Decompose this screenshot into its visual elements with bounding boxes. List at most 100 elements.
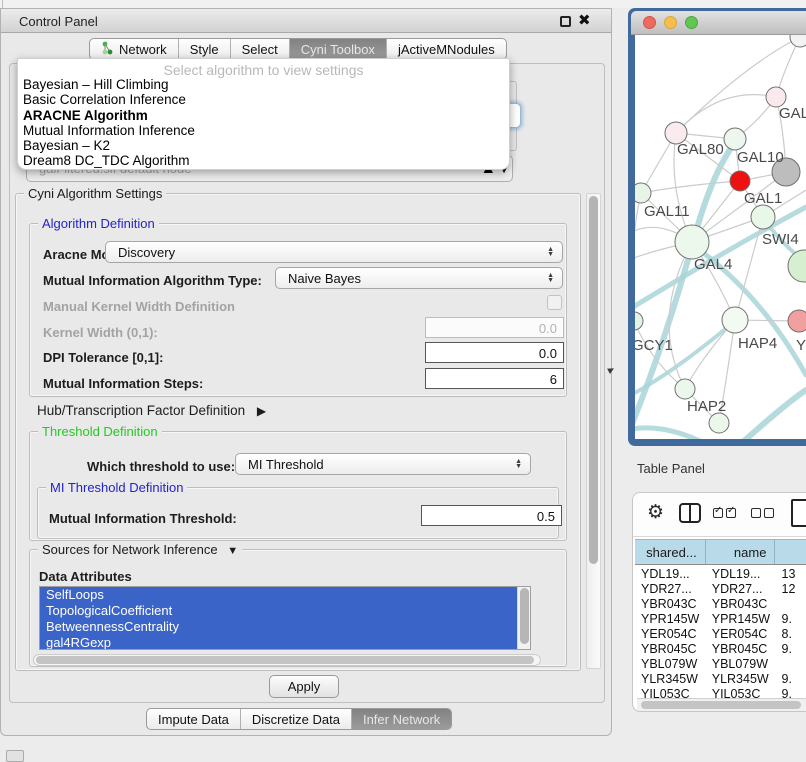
table-cell: YDL19... (706, 567, 776, 582)
sources-title-toggle[interactable]: Sources for Network Inference ▼ (38, 542, 242, 557)
network-node-gal4[interactable] (675, 225, 709, 259)
tab-cyni-toolbox[interactable]: Cyni Toolbox (290, 39, 387, 59)
dropdown-option[interactable]: ARACNE Algorithm (18, 108, 509, 123)
table-toolbar: ⚙ (633, 493, 806, 537)
node-label: Y (796, 337, 806, 354)
attribute-list-item[interactable]: TopologicalCoefficient (40, 603, 518, 619)
float-window-icon[interactable] (560, 16, 571, 27)
network-edge[interactable] (635, 428, 700, 439)
column-header-name[interactable]: name (706, 540, 776, 564)
bottom-tabbar: Impute DataDiscretize DataInfer Network (146, 708, 452, 730)
table-cell: 9. (776, 672, 806, 687)
dropdown-option[interactable]: Dream8 DC_TDC Algorithm (18, 153, 509, 168)
tab-select[interactable]: Select (231, 39, 290, 59)
apply-button[interactable]: Apply (269, 675, 339, 698)
dropdown-option[interactable]: Bayesian – Hill Climbing (18, 77, 509, 92)
attributes-vertical-scrollbar[interactable] (517, 587, 530, 649)
network-node-gcy1[interactable] (635, 312, 643, 330)
manual-kernel-label: Manual Kernel Width Definition (43, 299, 235, 314)
control-panel-window: Control Panel ✖ NetworkStyleSelectCyni T… (0, 8, 612, 736)
mi-threshold-field[interactable]: 0.5 (421, 505, 562, 526)
table-row[interactable]: YBR043CYBR043C (635, 597, 806, 612)
dropdown-option[interactable]: Basic Correlation Inference (18, 92, 509, 107)
dpi-tolerance-field[interactable]: 0.0 (425, 342, 564, 363)
table-row[interactable]: YDR27...YDR27...12 (635, 582, 806, 597)
network-node-y[interactable] (788, 310, 806, 332)
attributes-hscroll-thumb[interactable] (36, 656, 534, 664)
network-canvas[interactable]: GALGAL80GAL10GAL1GAL11SWI4GAL4HAP4YGCY1H… (635, 35, 806, 439)
columns-icon[interactable] (679, 503, 701, 523)
table-row[interactable]: YBL079WYBL079W (635, 657, 806, 672)
network-edge[interactable] (676, 95, 776, 133)
close-panel-icon[interactable]: ✖ (578, 11, 591, 29)
tab-style[interactable]: Style (179, 39, 231, 59)
settings-vertical-scrollbar[interactable] (586, 193, 601, 669)
network-node[interactable] (788, 250, 806, 282)
settings-scrollbar-thumb[interactable] (589, 196, 598, 564)
collapse-down-icon: ▼ (227, 545, 238, 557)
network-edge[interactable] (744, 390, 806, 439)
dropdown-option[interactable]: Mutual Information Inference (18, 123, 509, 138)
algorithm-dropdown-popup: Select algorithm to view settings Bayesi… (17, 58, 510, 170)
tab-network[interactable]: Network (90, 39, 179, 59)
tab-label: Network (119, 42, 167, 57)
mi-threshold-definition-title: MI Threshold Definition (46, 480, 187, 495)
mi-steps-field[interactable]: 6 (425, 368, 564, 389)
table-cell: YBR045C (706, 642, 776, 657)
tab-discretize-data[interactable]: Discretize Data (241, 709, 352, 729)
table-horizontal-scrollbar[interactable] (637, 698, 806, 711)
network-node-swi4[interactable] (751, 205, 775, 229)
table-row[interactable]: YLR345WYLR345W9. (635, 672, 806, 687)
tab-label: Style (190, 42, 219, 57)
table-cell: YER054C (706, 627, 776, 642)
attributes-horizontal-scrollbar[interactable] (33, 654, 541, 666)
document-icon[interactable] (791, 499, 806, 527)
deselect-all-checks-icon[interactable] (751, 508, 774, 518)
network-node[interactable] (709, 413, 729, 433)
network-node-gal11[interactable] (635, 183, 651, 203)
tab-impute-data[interactable]: Impute Data (147, 709, 241, 729)
network-node-hap2[interactable] (675, 379, 695, 399)
table-row[interactable]: YER054CYER054C8. (635, 627, 806, 642)
data-attributes-list[interactable]: SelfLoopsTopologicalCoefficientBetweenne… (39, 586, 531, 650)
mac-close-icon[interactable] (643, 16, 656, 29)
network-edge[interactable] (641, 181, 740, 193)
table-hscroll-thumb[interactable] (641, 701, 801, 709)
network-node-gal10[interactable] (724, 128, 746, 150)
manual-kernel-checkbox[interactable] (547, 295, 562, 310)
network-node[interactable] (790, 35, 806, 47)
combo-spinner-icon: ▲▼ (515, 459, 530, 469)
table-panel: ⚙ shared...name YDL19...YDL19...13YDR27.… (632, 492, 806, 712)
attribute-list-item[interactable]: SelfLoops (40, 587, 518, 603)
column-header-shared[interactable]: shared... (635, 540, 706, 564)
table-row[interactable]: YPR145WYPR145W9. (635, 612, 806, 627)
attribute-list-item[interactable]: gal4RGexp (40, 635, 518, 650)
hub-definition-toggle[interactable]: Hub/Transcription Factor Definition ▶ (37, 403, 266, 418)
node-label: GAL11 (644, 203, 690, 220)
network-node-hap4[interactable] (722, 307, 748, 333)
tab-infer-network[interactable]: Infer Network (352, 709, 451, 729)
hub-definition-label: Hub/Transcription Factor Definition (37, 403, 245, 418)
network-node-gal1[interactable] (730, 171, 750, 191)
threshold-definition-title: Threshold Definition (38, 424, 162, 439)
which-threshold-value: MI Threshold (236, 457, 515, 472)
mac-minimize-icon[interactable] (664, 16, 677, 29)
node-label: GAL (779, 105, 806, 122)
mi-algorithm-type-combo[interactable]: Naive Bayes ▲▼ (275, 267, 563, 289)
mac-zoom-icon[interactable] (685, 16, 698, 29)
kernel-width-field[interactable]: 0.0 (425, 317, 564, 338)
attribute-list-item[interactable]: BetweennessCentrality (40, 619, 518, 635)
which-threshold-combo[interactable]: MI Threshold ▲▼ (235, 453, 531, 475)
gear-icon[interactable]: ⚙ (647, 501, 664, 524)
dropdown-option[interactable]: Bayesian – K2 (18, 138, 509, 153)
minimized-panel-icon[interactable] (6, 750, 24, 762)
select-all-checks-icon[interactable] (713, 508, 736, 518)
network-window-titlebar[interactable] (631, 11, 806, 35)
tab-jactivemnodules[interactable]: jActiveMNodules (387, 39, 506, 59)
column-header[interactable] (775, 540, 806, 564)
aracne-mode-combo[interactable]: Discovery ▲▼ (105, 241, 563, 263)
network-node-gal[interactable] (766, 87, 786, 107)
table-row[interactable]: YDL19...YDL19...13 (635, 567, 806, 582)
dpi-tolerance-label: DPI Tolerance [0,1]: (43, 350, 163, 365)
table-row[interactable]: YBR045CYBR045C9. (635, 642, 806, 657)
